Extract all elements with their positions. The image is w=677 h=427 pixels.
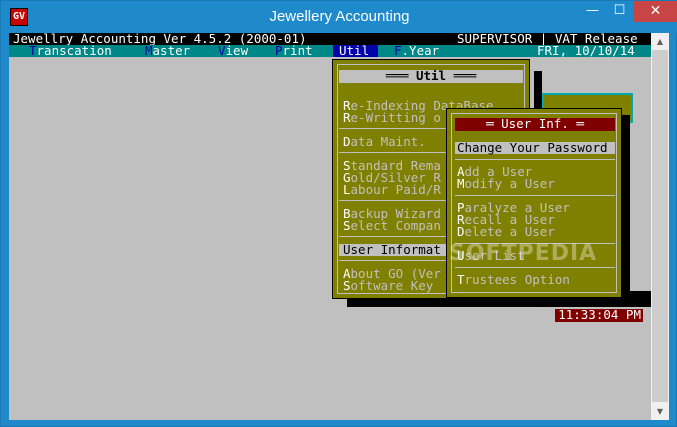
console-area[interactable]: Jewellry Accounting Ver 4.5.2 (2000-01) … (9, 33, 669, 420)
menu-label: til (346, 43, 370, 58)
menu-label: iew (225, 43, 249, 58)
window-title: Jewellery Accounting (269, 8, 410, 25)
menu-hotkey: T (29, 43, 37, 58)
menu-hotkey: V (218, 43, 226, 58)
user-info-menu-panel: ═ User Inf. ═ Change Your Password Add a… (446, 108, 622, 298)
user-menu-shadow (622, 115, 630, 305)
user-item-change-password[interactable]: Change Your Password (455, 140, 615, 155)
item-hotkey: S (343, 278, 351, 293)
item-label: rustees Option (464, 272, 570, 287)
menu-label: .Year (401, 43, 440, 58)
menu-util[interactable]: Util (333, 43, 378, 58)
menu-view[interactable]: View (218, 43, 249, 58)
maximize-button[interactable]: ☐ (606, 1, 633, 22)
item-label: elete a User (464, 224, 555, 239)
app-window: GV Jewellery Accounting — ☐ ✕ Jewellry A… (0, 0, 677, 427)
menu-separator (455, 195, 615, 196)
item-hotkey: U (343, 242, 351, 257)
menu-print[interactable]: Print (275, 43, 313, 58)
menu-label: rint (282, 43, 313, 58)
item-label: elect Compan (350, 218, 441, 233)
item-hotkey: L (343, 182, 351, 197)
menu-bar: Transcation Master View Print Util F.Yea… (9, 43, 651, 58)
date-display: FRI, 10/10/14 (537, 43, 635, 58)
item-label: ser Informat (350, 242, 441, 257)
util-item-software-key[interactable]: Software Key (343, 278, 434, 293)
util-item-data-maint[interactable]: Data Maint. (343, 134, 426, 149)
scroll-down-arrow-icon[interactable]: ▼ (651, 403, 669, 420)
menu-master[interactable]: Master (145, 43, 191, 58)
item-label: oftware Key (350, 278, 434, 293)
menu-hotkey: F (394, 43, 402, 58)
menu-hotkey: U (339, 43, 347, 58)
menu-separator (455, 267, 615, 268)
minimize-button[interactable]: — (579, 1, 606, 22)
close-button[interactable]: ✕ (633, 1, 677, 22)
menu-label: ranscation (36, 43, 112, 58)
menu-fyear[interactable]: F.Year (394, 43, 440, 58)
menu-label: aster (152, 43, 191, 58)
item-hotkey: S (343, 218, 351, 233)
user-item-modify-user[interactable]: Modify a User (457, 176, 555, 191)
scrollbar-thumb[interactable] (652, 50, 668, 402)
title-bar[interactable]: GV Jewellery Accounting — ☐ ✕ (1, 1, 677, 33)
menu-transaction[interactable]: Transcation (29, 43, 112, 58)
util-item-user-information[interactable]: User Informat (339, 242, 447, 257)
item-label: e-Writting o (350, 110, 441, 125)
item-label: ata Maint. (350, 134, 426, 149)
item-label: abour Paid/R (350, 182, 441, 197)
user-item-delete-user[interactable]: Delete a User (457, 224, 555, 239)
menu-hotkey: P (275, 43, 283, 58)
util-item-labour-paid[interactable]: Labour Paid/R (343, 182, 441, 197)
watermark-text: SOFTPEDIA (449, 241, 598, 266)
clock-display: 11:33:04 PM (555, 308, 643, 322)
menu-hotkey: M (145, 43, 153, 58)
util-item-rewriting[interactable]: Re-Writting o (343, 110, 441, 125)
user-item-trustees-option[interactable]: Trustees Option (457, 272, 570, 287)
item-label: odify a User (464, 176, 555, 191)
item-hotkey: D (457, 224, 465, 239)
user-menu-title: ═ User Inf. ═ (455, 117, 615, 131)
item-hotkey: C (457, 140, 465, 155)
vertical-scrollbar[interactable]: ▲ ▼ (651, 33, 669, 420)
scroll-up-arrow-icon[interactable]: ▲ (651, 33, 669, 50)
item-hotkey: M (457, 176, 465, 191)
item-hotkey: R (343, 110, 351, 125)
util-menu-title: ═══ Util ═══ (339, 69, 523, 83)
item-hotkey: T (457, 272, 465, 287)
util-item-select-company[interactable]: Select Compan (343, 218, 441, 233)
item-hotkey: D (343, 134, 351, 149)
item-label: hange Your Password (464, 140, 608, 155)
menu-separator (455, 159, 615, 160)
